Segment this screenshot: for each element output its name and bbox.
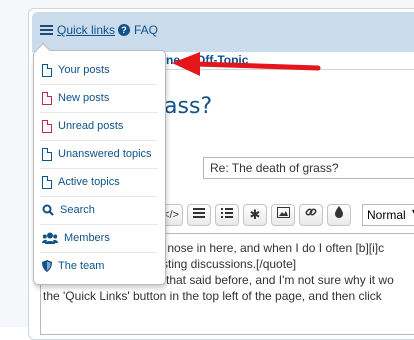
annotation-arrow	[172, 52, 321, 76]
